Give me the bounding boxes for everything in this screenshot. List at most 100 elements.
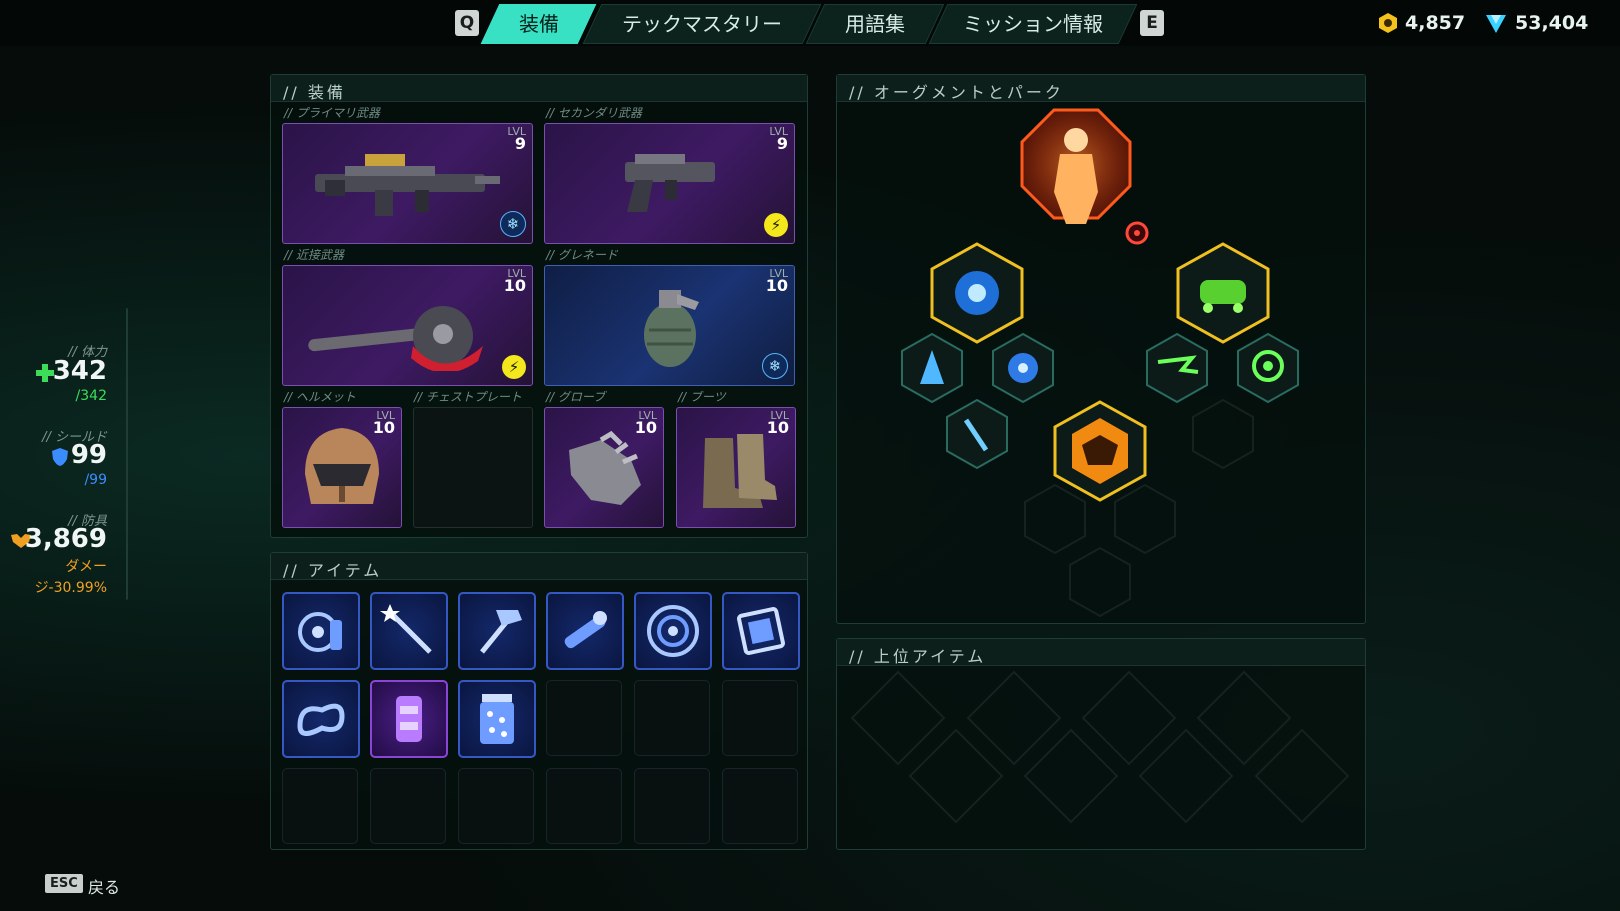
item-slot-empty[interactable] bbox=[458, 768, 534, 844]
top-items-title: // 上位アイテム bbox=[849, 647, 987, 666]
frost-augment-node[interactable] bbox=[930, 242, 1024, 344]
augment-tree bbox=[901, 108, 1299, 618]
item-slot-hammer[interactable] bbox=[458, 592, 536, 670]
tab-glossary[interactable]: 用語集 bbox=[805, 4, 945, 44]
boots-slot[interactable]: LVL 10 bbox=[676, 407, 796, 528]
item-slot-empty[interactable] bbox=[546, 768, 622, 844]
armor-plate-icon bbox=[737, 607, 785, 655]
item-slot-empty[interactable] bbox=[634, 768, 710, 844]
gear-drone-perk-node[interactable] bbox=[1237, 332, 1299, 404]
armor-damage-line2: ジ-30.99% bbox=[34, 580, 107, 596]
scope-icon bbox=[564, 611, 607, 649]
hero-figure-icon bbox=[1064, 128, 1088, 152]
item-slot-empty[interactable] bbox=[722, 768, 798, 844]
level-value: 10 bbox=[503, 276, 526, 295]
tab-mission-info[interactable]: ミッション情報 bbox=[928, 4, 1138, 44]
disc-icon bbox=[647, 605, 699, 657]
item-slot-wand[interactable] bbox=[370, 592, 448, 670]
health-max: /342 bbox=[75, 388, 107, 404]
item-slot-scope[interactable] bbox=[546, 592, 624, 670]
rubber-band-icon bbox=[297, 703, 345, 736]
health-value: 342 bbox=[52, 356, 107, 386]
empty-perk-node bbox=[1024, 483, 1086, 555]
tab-label: 装備 bbox=[518, 12, 559, 36]
gloves-label: // グローブ bbox=[546, 390, 606, 404]
empty-perk-node bbox=[1192, 398, 1254, 470]
star-wand-icon bbox=[380, 604, 432, 654]
esc-key[interactable]: ESC bbox=[45, 874, 83, 893]
top-item-slot[interactable] bbox=[908, 728, 1004, 824]
top-item-slot[interactable] bbox=[1254, 728, 1350, 824]
tab-label: ミッション情報 bbox=[963, 12, 1103, 36]
top-item-slot[interactable] bbox=[1138, 728, 1234, 824]
shock-element-icon: ⚡ bbox=[764, 213, 788, 237]
keychain-icon bbox=[298, 612, 342, 652]
top-items-grid bbox=[850, 670, 1350, 824]
panel-header: // 上位アイテム bbox=[837, 639, 1365, 666]
boots-label: // ブーツ bbox=[678, 390, 726, 404]
back-label[interactable]: 戻る bbox=[88, 874, 120, 898]
secondary-weapon-label: // セカンダリ武器 bbox=[546, 106, 642, 120]
armor-augment-node[interactable] bbox=[1053, 400, 1147, 502]
gem-amount: 53,404 bbox=[1515, 12, 1589, 34]
level-indicator: LVL 9 bbox=[507, 126, 526, 153]
gloves-slot[interactable]: LVL 10 bbox=[544, 407, 664, 528]
equipment-title: // 装備 bbox=[283, 83, 346, 102]
prev-tab-key[interactable]: Q bbox=[455, 10, 479, 36]
top-item-slot[interactable] bbox=[1081, 670, 1177, 766]
shock-element-icon: ⚡ bbox=[502, 355, 526, 379]
top-item-slot[interactable] bbox=[1196, 670, 1292, 766]
ice-crystal-perk-node[interactable] bbox=[901, 332, 963, 404]
pistol-icon bbox=[625, 154, 715, 212]
item-slot-empty[interactable] bbox=[282, 768, 358, 844]
helmet-label: // ヘルメット bbox=[284, 390, 356, 404]
level-indicator: LVL 10 bbox=[766, 268, 788, 294]
grenade-icon bbox=[644, 290, 699, 367]
level-value: 9 bbox=[514, 134, 526, 153]
grenade-slot[interactable]: LVL 10 ❄ bbox=[544, 265, 795, 386]
top-item-slot[interactable] bbox=[966, 670, 1062, 766]
primary-weapon-slot[interactable]: LVL 9 ❄ bbox=[282, 123, 533, 244]
item-slot-jar[interactable] bbox=[458, 680, 536, 758]
top-item-slot[interactable] bbox=[850, 670, 946, 766]
drone-augment-node[interactable] bbox=[1176, 242, 1270, 344]
boots-icon bbox=[703, 434, 777, 508]
item-slot-empty[interactable] bbox=[722, 680, 798, 756]
item-slot-canister[interactable] bbox=[370, 680, 448, 758]
panel-header: // 装備 bbox=[271, 75, 807, 102]
next-tab-key[interactable]: E bbox=[1140, 10, 1164, 36]
ice-shard-perk-node[interactable] bbox=[946, 398, 1008, 470]
background bbox=[0, 0, 1620, 911]
gem-icon bbox=[1486, 15, 1506, 33]
shield-value: 99 bbox=[70, 440, 107, 470]
pill-jar-icon bbox=[480, 694, 514, 744]
top-bar: Q 装備 テックマスタリー 用語集 ミッション情報 E 4,857 53,404 bbox=[0, 0, 1620, 46]
frost-element-icon: ❄ bbox=[500, 211, 526, 237]
item-slot-empty[interactable] bbox=[370, 768, 446, 844]
item-slot-plate[interactable] bbox=[722, 592, 800, 670]
item-slot-empty[interactable] bbox=[634, 680, 710, 756]
armor-value: 3,869 bbox=[24, 524, 107, 554]
item-slot-disc[interactable] bbox=[634, 592, 712, 670]
frost-burst-perk-node[interactable] bbox=[992, 332, 1054, 404]
dash-perk-node[interactable] bbox=[1146, 332, 1208, 404]
shield-max: /99 bbox=[84, 472, 107, 488]
primary-weapon-label: // プライマリ武器 bbox=[284, 106, 380, 120]
item-slot-band[interactable] bbox=[282, 680, 360, 758]
melee-weapon-slot[interactable]: LVL 10 ⚡ bbox=[282, 265, 533, 386]
helmet-slot[interactable]: LVL 10 bbox=[282, 407, 402, 528]
level-indicator: LVL 9 bbox=[769, 126, 788, 153]
chestplate-slot[interactable] bbox=[413, 407, 533, 528]
items-title: // アイテム bbox=[283, 561, 383, 580]
tab-equipment[interactable]: 装備 bbox=[480, 4, 597, 44]
tab-tech-mastery[interactable]: テックマスタリー bbox=[582, 4, 822, 44]
level-value: 9 bbox=[776, 134, 788, 153]
hero-augment-node[interactable] bbox=[1020, 108, 1149, 245]
item-slot-empty[interactable] bbox=[546, 680, 622, 756]
gold-coin-icon bbox=[1379, 13, 1397, 33]
top-item-slot[interactable] bbox=[1023, 728, 1119, 824]
assault-rifle-icon bbox=[315, 154, 500, 216]
helmet-icon bbox=[305, 428, 379, 504]
item-slot-keychain[interactable] bbox=[282, 592, 360, 670]
secondary-weapon-slot[interactable]: LVL 9 ⚡ bbox=[544, 123, 795, 244]
